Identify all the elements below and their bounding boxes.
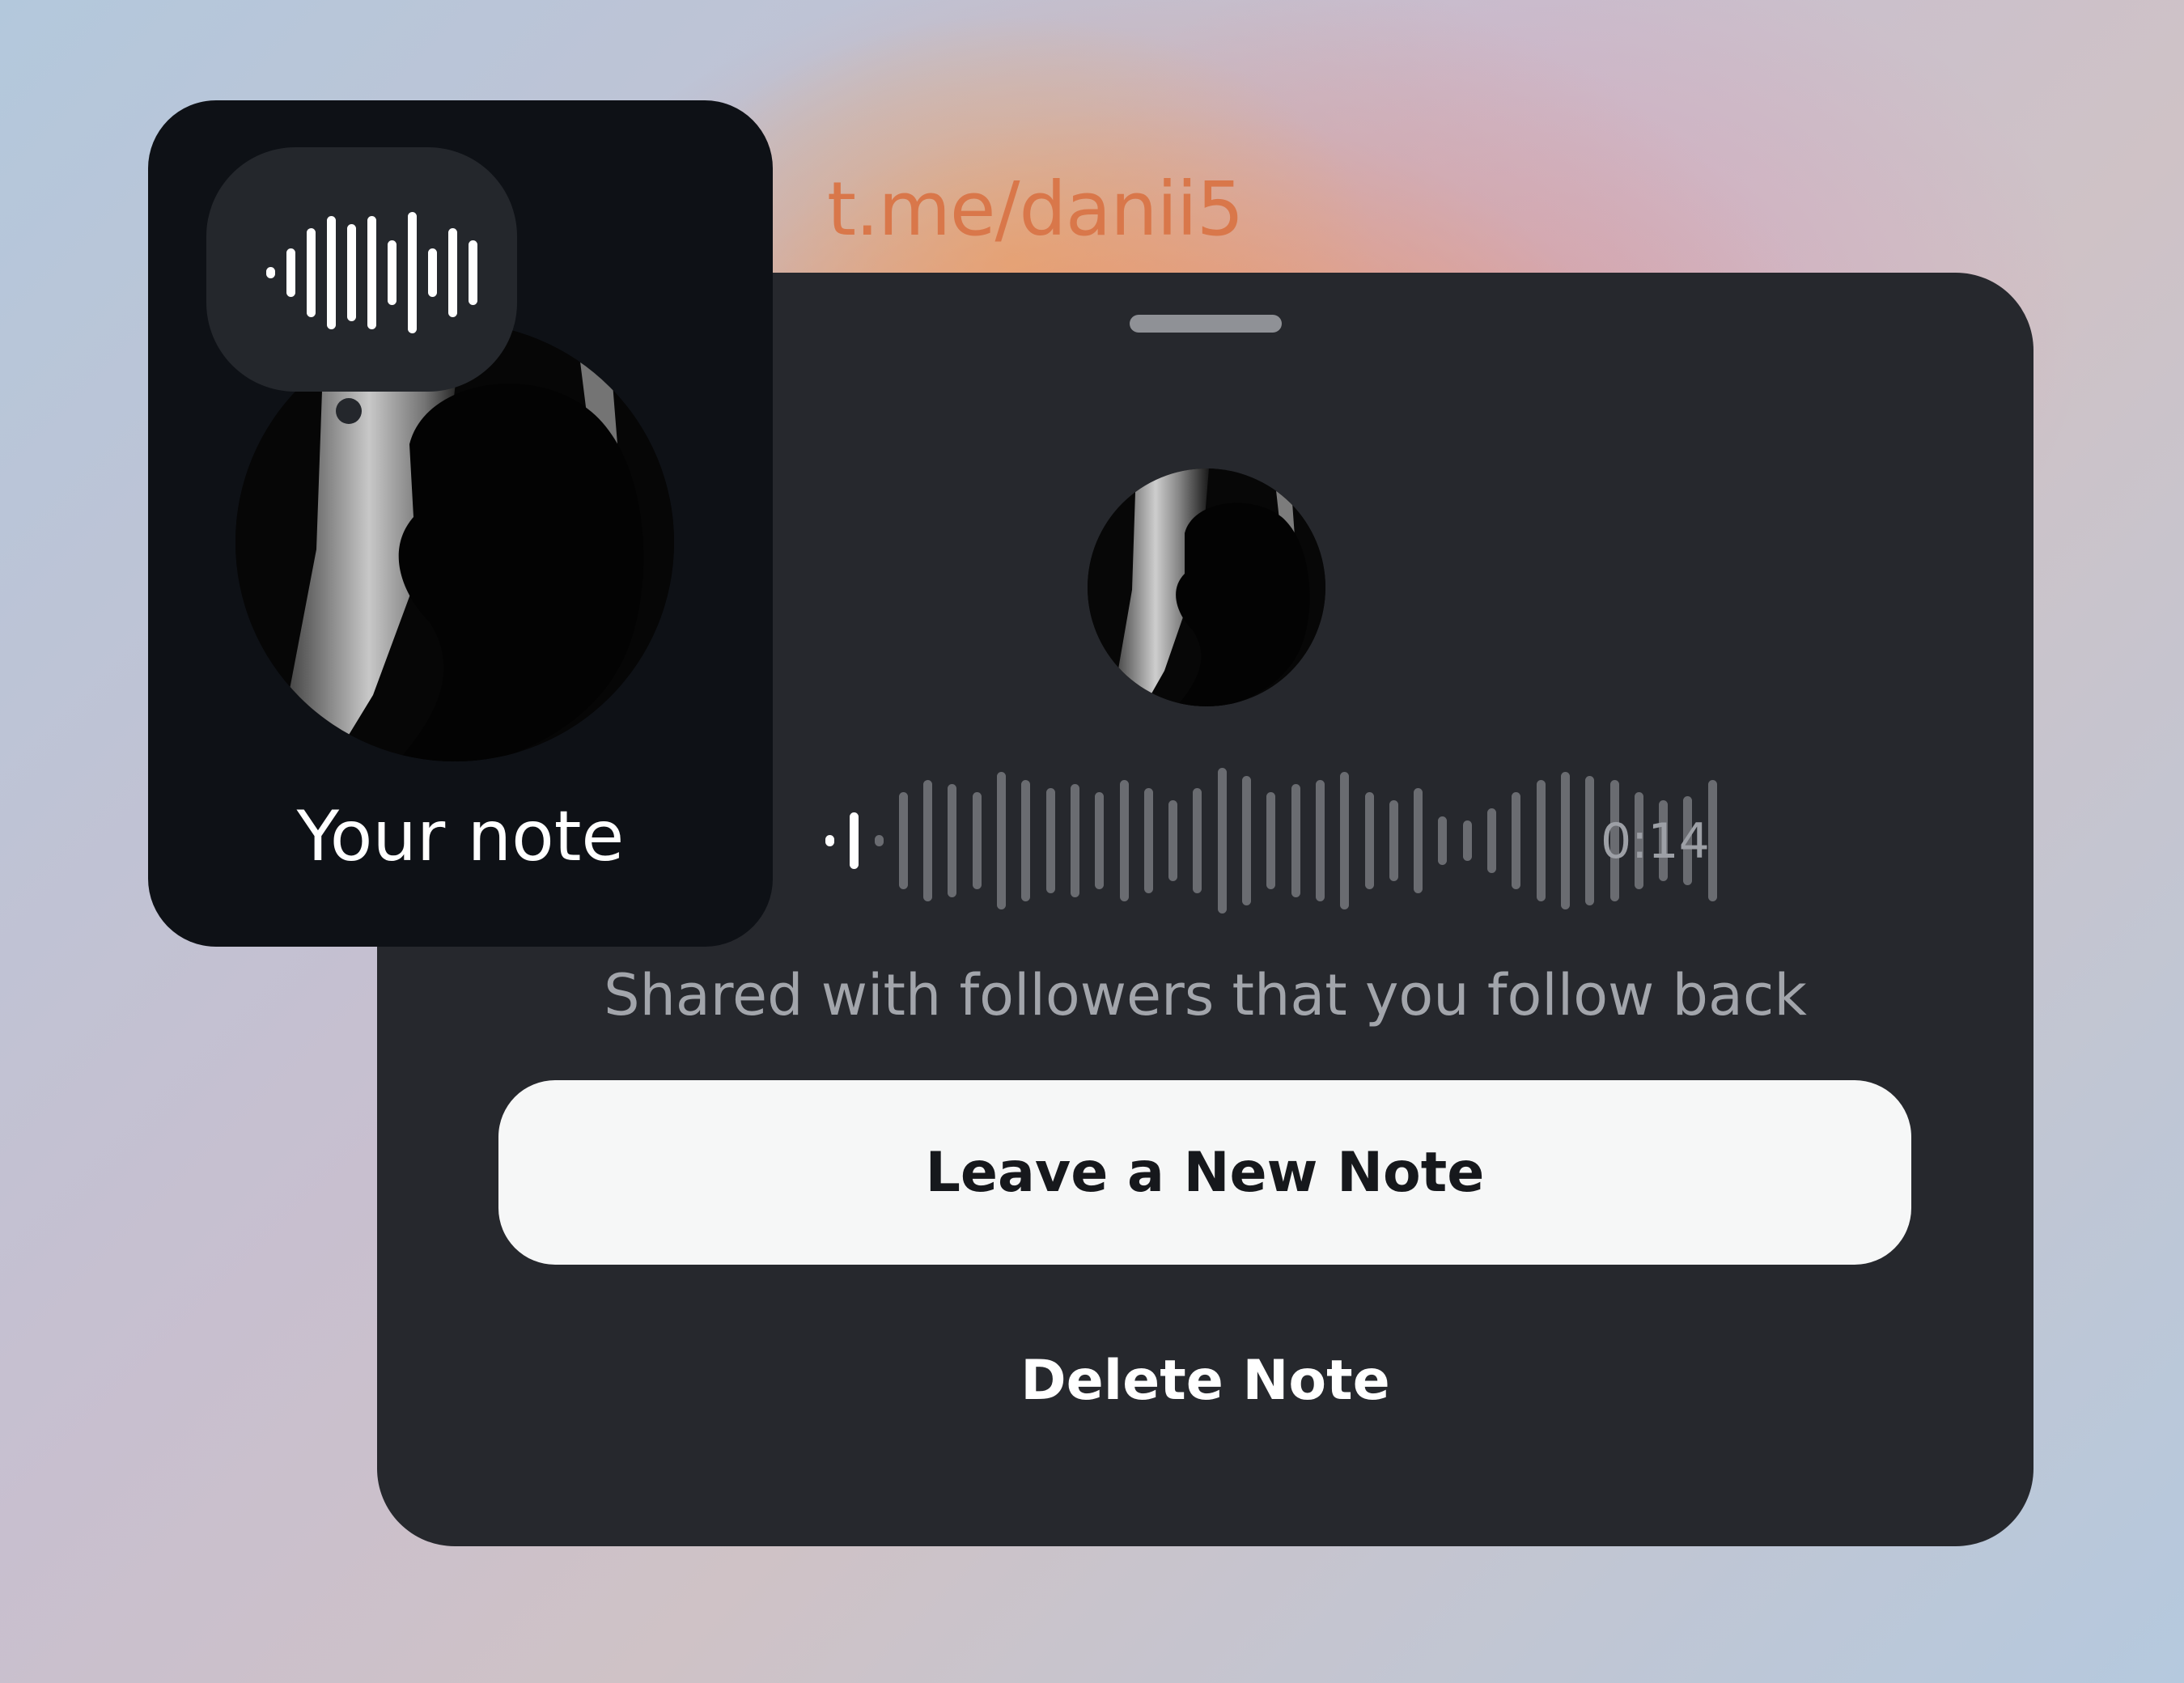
waveform-bar (1512, 792, 1521, 889)
waveform-bar (1168, 800, 1178, 881)
waveform-bar (1487, 808, 1497, 873)
waveform-bar (1242, 776, 1252, 905)
waveform-bar (997, 772, 1007, 909)
waveform-bar (850, 812, 859, 869)
waveform-bar (1070, 784, 1079, 897)
leave-new-note-button[interactable]: Leave a New Note (498, 1080, 1911, 1265)
waveform-bar (1560, 772, 1570, 909)
your-note-card[interactable]: Your note (148, 100, 773, 947)
bubble-waveform-bar (408, 212, 417, 333)
delete-note-button[interactable]: Delete Note (377, 1349, 2033, 1413)
watermark-link: t.me/danii5 (827, 166, 1244, 252)
bubble-tail (336, 398, 362, 424)
waveform-bar (972, 792, 982, 889)
sheet-avatar (1088, 468, 1325, 706)
bubble-waveform-bar (327, 216, 336, 329)
bubble-waveform-bar (367, 216, 376, 329)
waveform-bar (1462, 820, 1472, 861)
waveform-bar (1193, 788, 1202, 893)
audio-waveform-icon (266, 212, 477, 333)
waveform-bar (1021, 780, 1031, 901)
bubble-waveform-bar (307, 228, 316, 317)
waveform-bar (1585, 776, 1595, 905)
bubble-waveform-bar (428, 248, 437, 297)
waveform-bar (1143, 788, 1153, 893)
waveform-bar (1389, 800, 1398, 881)
waveform-bar (923, 780, 933, 901)
waveform-bar (1414, 788, 1423, 893)
bubble-waveform-bar (469, 240, 477, 305)
waveform-bar (874, 835, 884, 846)
bubble-waveform-bar (388, 240, 397, 305)
bubble-waveform-bar (286, 248, 295, 297)
waveform-bar (1364, 792, 1374, 889)
bubble-waveform-bar (266, 267, 275, 278)
bubble-waveform-bar (448, 228, 457, 317)
waveform-bar (1119, 780, 1129, 901)
waveform-bar (898, 792, 908, 889)
audio-waveform[interactable] (825, 765, 1717, 917)
waveform-bar (1095, 792, 1105, 889)
waveform-bar (1315, 780, 1325, 901)
waveform-bar (1045, 788, 1055, 893)
waveform-bar (1291, 784, 1300, 897)
audio-note-bubble[interactable] (206, 147, 517, 392)
waveform-bar (948, 784, 957, 897)
waveform-bar (1438, 816, 1448, 865)
your-note-label: Your note (296, 796, 625, 877)
waveform-bar (1340, 772, 1350, 909)
bubble-waveform-bar (347, 224, 356, 321)
sheet-grabber-handle[interactable] (1130, 315, 1282, 333)
audio-duration: 0:14 (1601, 813, 1710, 870)
waveform-bar (1266, 792, 1276, 889)
waveform-bar (1217, 768, 1227, 914)
audience-caption: Shared with followers that you follow ba… (604, 962, 1807, 1028)
waveform-bar (1536, 780, 1546, 901)
waveform-bar (825, 835, 834, 846)
avatar-silhouette-image (1088, 468, 1325, 706)
